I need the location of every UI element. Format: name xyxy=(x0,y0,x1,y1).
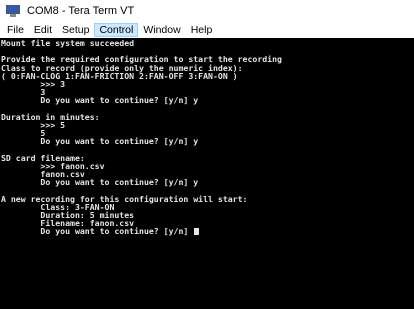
menu-edit[interactable]: Edit xyxy=(29,23,57,37)
tera-term-app-icon xyxy=(6,4,20,17)
menu-bar: File Edit Setup Control Window Help xyxy=(0,21,414,38)
terminal-output: Mount file system succeeded Provide the r… xyxy=(0,38,414,236)
window-title: COM8 - Tera Term VT xyxy=(27,4,135,17)
title-bar: COM8 - Tera Term VT xyxy=(0,0,414,21)
menu-setup[interactable]: Setup xyxy=(57,23,94,37)
menu-file[interactable]: File xyxy=(2,23,29,37)
terminal-line: Do you want to continue? [y/n] y xyxy=(1,95,199,106)
terminal-line: >>> 5 xyxy=(1,119,66,130)
text-cursor xyxy=(194,228,200,236)
terminal-screen[interactable]: Mount file system succeeded Provide the r… xyxy=(0,38,414,309)
menu-window[interactable]: Window xyxy=(138,23,185,37)
terminal-line: >>> 3 xyxy=(1,78,66,89)
terminal-window: COM8 - Tera Term VT File Edit Setup Cont… xyxy=(0,0,414,309)
menu-control[interactable]: Control xyxy=(94,22,139,37)
menu-help[interactable]: Help xyxy=(186,23,218,37)
terminal-line: Do you want to continue? [y/n] xyxy=(1,227,414,236)
terminal-line: Mount file system succeeded xyxy=(1,38,135,48)
terminal-line: Do you want to continue? [y/n] y xyxy=(1,136,199,147)
terminal-line: Do you want to continue? [y/n] y xyxy=(1,177,199,188)
